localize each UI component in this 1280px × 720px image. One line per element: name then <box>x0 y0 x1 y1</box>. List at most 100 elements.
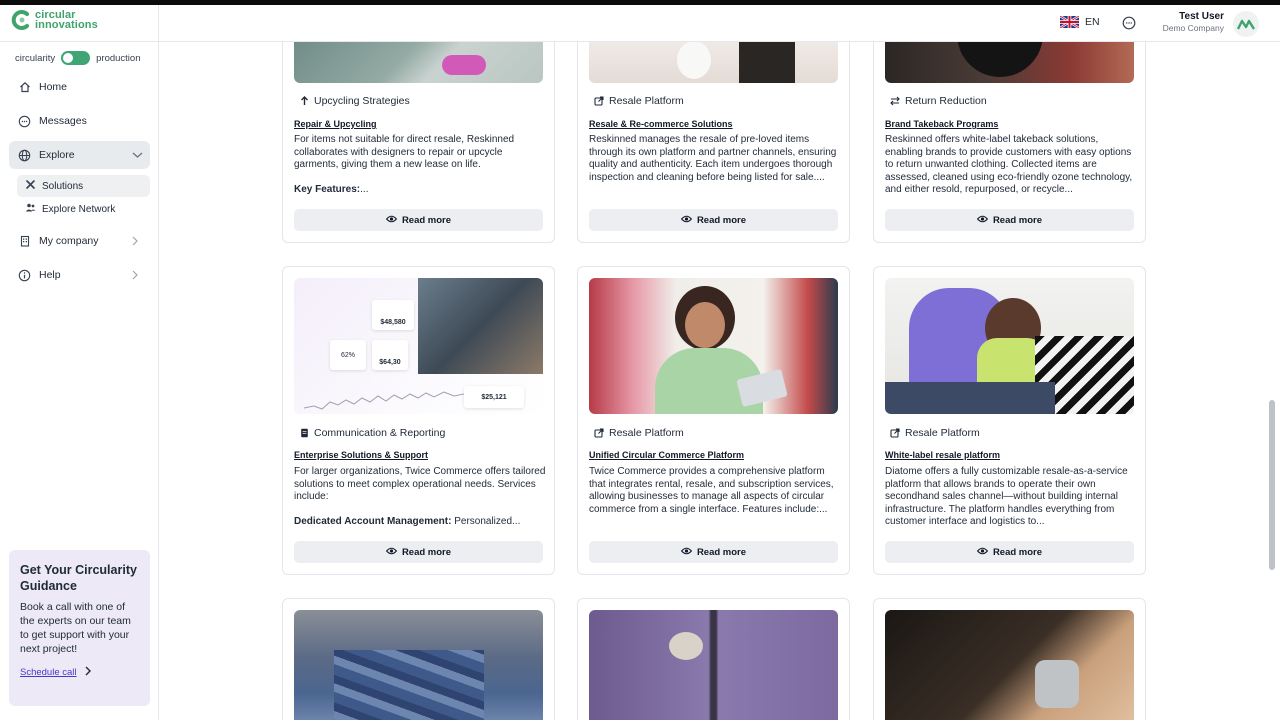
read-more-button[interactable]: Read more <box>589 541 838 563</box>
read-more-label: Read more <box>992 546 1043 558</box>
solution-card[interactable]: Resale Platform Resale & Re-commerce Sol… <box>577 42 850 243</box>
sidebar-subitem-explore-network[interactable]: Explore Network <box>17 198 150 220</box>
solutions-grid: Upcycling Strategies Repair & Upcycling … <box>160 42 1268 720</box>
users-icon <box>25 202 36 216</box>
stat-tile: 62% <box>330 340 366 370</box>
external-link-icon <box>890 428 900 438</box>
read-more-button[interactable]: Read more <box>589 209 838 231</box>
sidebar-item-label: Messages <box>39 115 87 127</box>
user-name: Test User <box>1179 11 1224 22</box>
card-tag: Upcycling Strategies <box>299 95 410 107</box>
solution-card[interactable] <box>873 598 1146 720</box>
solution-card[interactable]: Upcycling Strategies Repair & Upcycling … <box>282 42 555 243</box>
card-description: Twice Commerce provides a comprehensive … <box>589 466 834 515</box>
read-more-button[interactable]: Read more <box>885 541 1134 563</box>
chevron-down-icon <box>132 150 143 160</box>
stat-tile: $48,580 <box>372 300 414 330</box>
sidebar-item-help[interactable]: Help <box>9 261 150 289</box>
card-description: Reskinned offers white-label takeback so… <box>885 134 1133 196</box>
user-info[interactable]: Test User Demo Company <box>1144 11 1224 33</box>
card-image <box>294 42 543 83</box>
language-code: EN <box>1085 16 1100 28</box>
chat-bubble-icon <box>18 115 31 128</box>
read-more-button[interactable]: Read more <box>294 209 543 231</box>
card-title[interactable]: Brand Takeback Programs <box>885 119 998 129</box>
read-more-button[interactable]: Read more <box>885 209 1134 231</box>
user-company: Demo Company <box>1162 23 1224 33</box>
external-link-icon <box>594 96 604 106</box>
card-description: Diatome offers a fully customizable resa… <box>885 466 1128 528</box>
read-more-label: Read more <box>992 214 1043 226</box>
solution-card[interactable] <box>282 598 555 720</box>
card-image <box>589 42 838 83</box>
info-icon <box>18 269 31 282</box>
solution-card[interactable]: Return Reduction Brand Takeback Programs… <box>873 42 1146 243</box>
chat-icon[interactable] <box>1121 15 1137 31</box>
language-selector[interactable]: EN <box>1060 16 1100 28</box>
eye-icon <box>976 215 989 226</box>
sidebar-divider <box>0 41 159 42</box>
page-scrollbar[interactable] <box>1269 400 1275 570</box>
desc-bold: Key Features: <box>294 184 361 196</box>
read-more-label: Read more <box>696 546 747 558</box>
brand-logo[interactable]: circular innovations <box>11 9 98 31</box>
read-more-label: Read more <box>401 546 452 558</box>
sidebar-subitem-label: Solutions <box>42 180 84 192</box>
arrow-up-icon <box>299 96 309 106</box>
card-title[interactable]: Enterprise Solutions & Support <box>294 450 428 460</box>
sidebar-item-home[interactable]: Home <box>9 73 150 101</box>
sidebar-subitem-solutions[interactable]: Solutions <box>17 175 150 197</box>
solution-card[interactable]: Resale Platform White-label resale platf… <box>873 266 1146 575</box>
card-title[interactable]: White-label resale platform <box>885 450 1000 460</box>
sidebar-item-label: Help <box>39 269 61 281</box>
eye-icon <box>976 547 989 558</box>
card-description: For items not suitable for direct resale… <box>294 134 515 196</box>
guidance-card: Get Your Circularity Guidance Book a cal… <box>9 550 150 706</box>
mode-toggle-row: circularity production <box>15 51 141 65</box>
guidance-title: Get Your Circularity Guidance <box>20 563 137 593</box>
solution-card[interactable]: $48,580 62% $64,30 $25,121 Communication… <box>282 266 555 575</box>
card-tag: Resale Platform <box>890 427 980 439</box>
card-title[interactable]: Resale & Re-commerce Solutions <box>589 119 733 129</box>
card-tag-label: Resale Platform <box>609 95 684 107</box>
card-title[interactable]: Unified Circular Commerce Platform <box>589 450 744 460</box>
card-tag-label: Communication & Reporting <box>314 427 446 439</box>
card-image <box>589 278 838 414</box>
mode-toggle[interactable] <box>61 51 91 65</box>
card-tag: Resale Platform <box>594 95 684 107</box>
logo-icon <box>11 9 31 31</box>
card-tag: Resale Platform <box>594 427 684 439</box>
solution-card[interactable] <box>577 598 850 720</box>
avatar[interactable] <box>1233 11 1259 37</box>
guidance-body: Book a call with one of the experts on o… <box>20 601 131 655</box>
card-tag-label: Resale Platform <box>609 427 684 439</box>
card-tag-label: Resale Platform <box>905 427 980 439</box>
sidebar-item-messages[interactable]: Messages <box>9 107 150 135</box>
sidebar-item-label: Home <box>39 81 68 93</box>
sidebar-item-label: My company <box>39 235 99 247</box>
card-image <box>885 610 1134 720</box>
tools-icon <box>25 179 36 193</box>
stat-tile: $64,30 <box>372 340 408 370</box>
sidebar-item-label: Explore <box>39 149 75 161</box>
chevron-right-icon <box>85 666 91 679</box>
card-tag-label: Return Reduction <box>905 95 987 107</box>
chevron-right-icon <box>132 270 140 280</box>
eye-icon <box>385 215 398 226</box>
toggle-label-right: production <box>96 52 141 64</box>
schedule-call-link[interactable]: Schedule call <box>20 666 139 679</box>
document-icon <box>299 428 309 438</box>
desc-bold: Dedicated Account Management: <box>294 516 452 528</box>
read-more-button[interactable]: Read more <box>294 541 543 563</box>
globe-icon <box>18 149 31 162</box>
card-title[interactable]: Repair & Upcycling <box>294 119 377 129</box>
card-image <box>885 42 1134 83</box>
external-link-icon <box>594 428 604 438</box>
read-more-label: Read more <box>696 214 747 226</box>
sidebar-subitem-label: Explore Network <box>42 203 116 215</box>
sidebar-item-explore[interactable]: Explore <box>9 141 150 169</box>
uk-flag-icon <box>1060 16 1079 28</box>
card-image <box>589 610 838 720</box>
solution-card[interactable]: Resale Platform Unified Circular Commerc… <box>577 266 850 575</box>
sidebar-item-my-company[interactable]: My company <box>9 227 150 255</box>
